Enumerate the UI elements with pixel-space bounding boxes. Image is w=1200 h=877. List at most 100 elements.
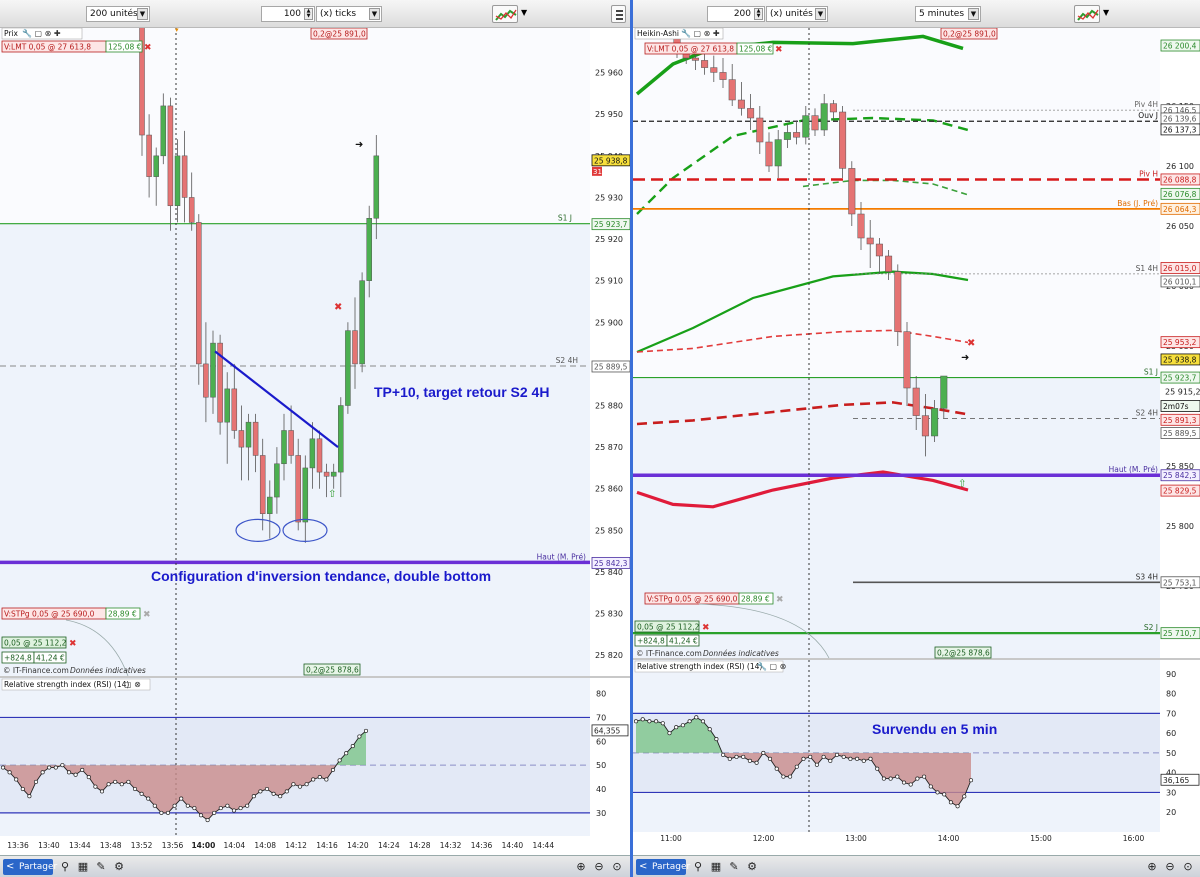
chevron-down-icon[interactable]: ▼ xyxy=(1103,8,1109,17)
candle-body xyxy=(252,421,259,456)
rsi-point xyxy=(962,794,967,799)
time-tick-label: 13:36 xyxy=(7,841,29,850)
stop-close-icon: ✖ xyxy=(143,610,151,620)
rsi-point xyxy=(7,770,12,775)
left-chart-svg[interactable]: S1 J S2 4H Haut (M. Pré) ✖ ⇧ ➜ 25 960 25 950 25 … xyxy=(0,28,630,860)
ticks-unit-select[interactable]: (x) ticks ▼ xyxy=(316,6,382,22)
chart-type-button[interactable] xyxy=(492,5,518,23)
indicator-icon[interactable]: ⚲ xyxy=(691,860,705,874)
timeframe-select[interactable]: 5 minutes ▼ xyxy=(915,6,981,22)
time-tick-label: 14:04 xyxy=(223,841,245,850)
window-menu-button[interactable] xyxy=(611,5,626,23)
share-button[interactable]: < Partager xyxy=(3,859,57,875)
rsi-point xyxy=(297,784,303,789)
draw-icon[interactable]: ✎ xyxy=(94,860,108,874)
candle-body xyxy=(146,134,152,177)
rsi-label: Relative strength index (RSI) (14) xyxy=(4,680,129,689)
level-basj-label: Bas (J. Pré) xyxy=(1117,199,1158,208)
units-select[interactable]: 200 unités ▼ xyxy=(86,6,150,22)
chevron-down-icon[interactable]: ▼ xyxy=(521,8,527,17)
rsi-point xyxy=(218,806,223,811)
time-axis-bg xyxy=(633,832,1200,842)
chart-type-button[interactable] xyxy=(1074,5,1100,23)
candle-body xyxy=(756,117,764,143)
price-tick-label: 25 910 xyxy=(595,277,623,286)
position-tag: 0,05 @ 25 112,2 xyxy=(4,639,67,648)
chevron-down-icon[interactable]: ▼ xyxy=(369,8,380,20)
units-select[interactable]: (x) unités ▼ xyxy=(766,6,828,22)
zoom-reset-icon[interactable]: ⊙ xyxy=(1181,860,1195,874)
candle-body xyxy=(737,99,745,109)
rsi-point xyxy=(132,786,138,792)
grid-icon[interactable]: ▦ xyxy=(76,860,90,874)
indicator-icon[interactable]: ⚲ xyxy=(58,860,72,874)
bottom-marker: 0,2@25 878,6 xyxy=(937,649,990,658)
candle-body xyxy=(774,139,782,167)
candle-body xyxy=(196,222,202,365)
rsi-point xyxy=(741,754,746,759)
rsi-point xyxy=(834,752,840,757)
rsi-point xyxy=(205,818,210,823)
top-marker: 0,2@25 891,0 xyxy=(943,30,996,39)
rsi-point xyxy=(901,780,907,785)
value-haut: 25 842,3 xyxy=(594,559,628,568)
rsi-point xyxy=(922,774,927,779)
candle-body xyxy=(188,197,195,223)
rsi-label: Relative strength index (RSI) (14) xyxy=(637,662,762,671)
rsi-point xyxy=(667,731,672,736)
value-r1: 25 953,2 xyxy=(1163,338,1197,347)
rsi-tick-label: 20 xyxy=(1166,808,1176,817)
exit-arrow-icon: ➜ xyxy=(355,140,363,151)
units-value: (x) unités xyxy=(770,9,813,19)
price-tick-label: 25 950 xyxy=(595,110,623,119)
share-button[interactable]: < Partager xyxy=(636,859,690,875)
value-ouvj-a: 26 139,6 xyxy=(1163,114,1197,123)
units-count-input[interactable]: 200 ▲ ▼ xyxy=(707,6,765,22)
candle-body xyxy=(174,155,181,207)
value-s1j: 25 923,7 xyxy=(594,220,628,229)
rsi-point xyxy=(337,758,342,763)
zoom-out-icon[interactable]: ⊖ xyxy=(592,860,606,874)
ticks-count-input[interactable]: 100 ▲ ▼ xyxy=(261,6,315,22)
candle-body xyxy=(921,415,929,437)
chevron-down-icon[interactable]: ▼ xyxy=(815,8,826,20)
time-tick-label: 14:20 xyxy=(347,841,369,850)
rsi-tick-label: 30 xyxy=(1166,788,1176,797)
rsi-tick-label: 60 xyxy=(596,737,606,746)
rsi-point xyxy=(159,810,164,815)
gear-icon[interactable]: ⚙ xyxy=(745,860,759,874)
value-haut: 25 842,3 xyxy=(1163,471,1197,480)
value-s3-4h: 25 753,1 xyxy=(1163,578,1197,587)
value-mid: 25 915,2 xyxy=(1165,388,1200,397)
candle-body xyxy=(309,438,316,469)
chevron-down-icon[interactable]: ▼ xyxy=(968,8,979,20)
right-chart-window: 200 ▲ ▼ (x) unités ▼ 5 minutes ▼ ▼ Piv 4H… xyxy=(633,0,1200,877)
order-tag: V:LMT 0,05 @ 27 613,8 xyxy=(647,45,734,54)
zoom-in-icon[interactable]: ⊕ xyxy=(1145,860,1159,874)
left-bottom-bar: < Partager ⚲ ▦ ✎ ⚙ ⊕ ⊖ ⊙ xyxy=(0,855,630,877)
chevron-down-icon[interactable]: ▼ xyxy=(137,8,148,20)
rsi-point xyxy=(0,765,6,770)
zoom-in-icon[interactable]: ⊕ xyxy=(574,860,588,874)
spinner-icon[interactable]: ▲ ▼ xyxy=(754,8,763,20)
rsi-point xyxy=(20,786,25,792)
value-top: 26 200,4 xyxy=(1163,42,1197,51)
rsi-point xyxy=(198,813,204,818)
spinner-icon[interactable]: ▲ ▼ xyxy=(304,8,313,20)
rsi-point xyxy=(179,796,184,801)
copyright: © IT-Finance.com xyxy=(636,649,702,658)
rsi-point xyxy=(855,756,860,761)
top-marker: 0,2@25 891,0 xyxy=(313,30,366,39)
zoom-out-icon[interactable]: ⊖ xyxy=(1163,860,1177,874)
gear-icon[interactable]: ⚙ xyxy=(112,860,126,874)
order-tag: V:LMT 0,05 @ 27 613,8 xyxy=(4,43,91,52)
candle-body xyxy=(765,141,773,167)
grid-icon[interactable]: ▦ xyxy=(709,860,723,874)
rsi-point xyxy=(660,721,665,726)
time-tick-label: 16:00 xyxy=(1123,834,1145,843)
time-tick-label: 14:44 xyxy=(532,841,554,850)
annotation-tp: TP+10, target retour S2 4H xyxy=(374,384,550,400)
draw-icon[interactable]: ✎ xyxy=(727,860,741,874)
rsi-point xyxy=(113,779,118,784)
zoom-reset-icon[interactable]: ⊙ xyxy=(610,860,624,874)
